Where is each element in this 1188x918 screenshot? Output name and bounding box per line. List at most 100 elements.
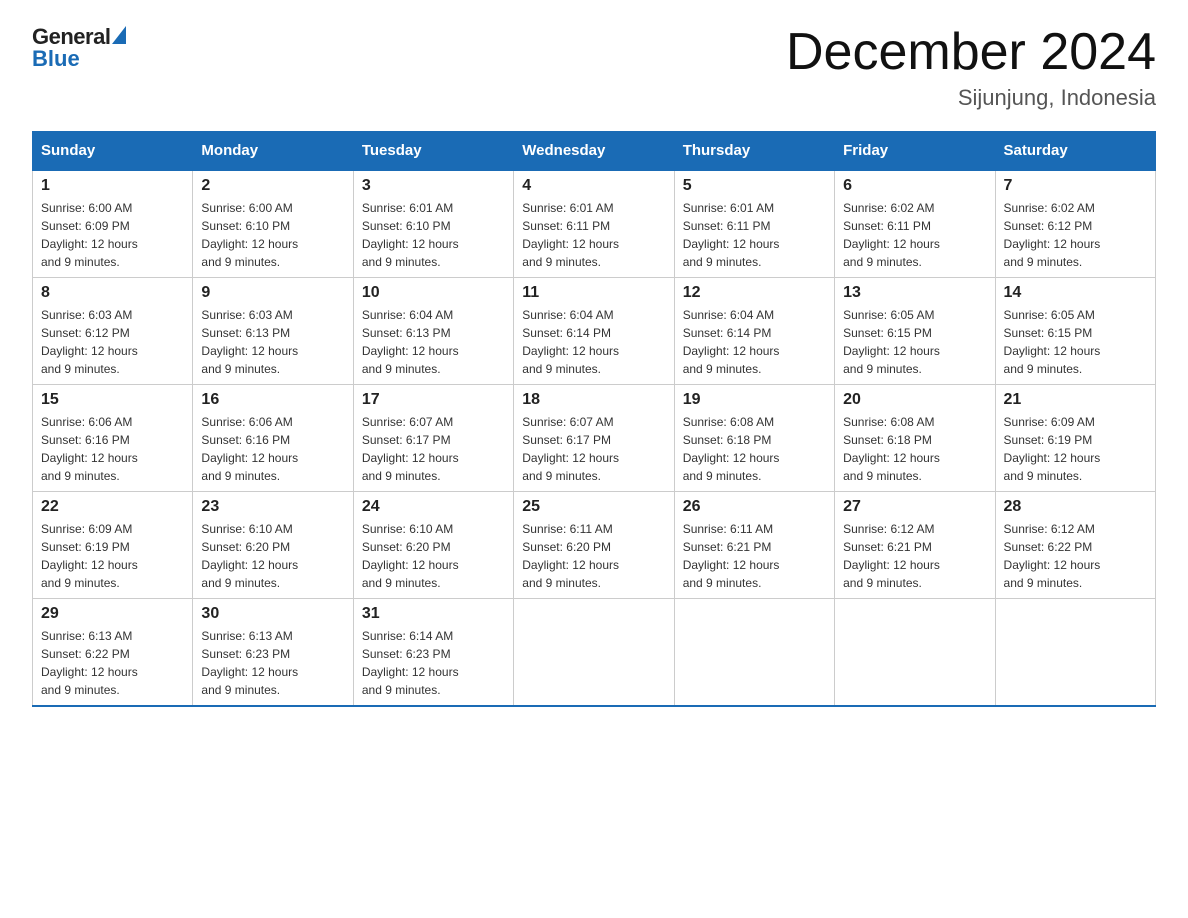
- day-info: Sunrise: 6:06 AMSunset: 6:16 PMDaylight:…: [201, 415, 298, 483]
- calendar-cell: 7 Sunrise: 6:02 AMSunset: 6:12 PMDayligh…: [995, 170, 1155, 278]
- calendar-cell: 26 Sunrise: 6:11 AMSunset: 6:21 PMDaylig…: [674, 492, 834, 599]
- day-number: 28: [1004, 498, 1147, 516]
- day-info: Sunrise: 6:11 AMSunset: 6:21 PMDaylight:…: [683, 522, 780, 590]
- day-info: Sunrise: 6:09 AMSunset: 6:19 PMDaylight:…: [41, 522, 138, 590]
- day-number: 3: [362, 177, 505, 195]
- page-header: General Blue December 2024 Sijunjung, In…: [32, 24, 1156, 111]
- logo-blue-text: Blue: [32, 46, 80, 72]
- header-wednesday: Wednesday: [514, 132, 674, 171]
- calendar-cell: 5 Sunrise: 6:01 AMSunset: 6:11 PMDayligh…: [674, 170, 834, 278]
- day-number: 23: [201, 498, 344, 516]
- day-info: Sunrise: 6:10 AMSunset: 6:20 PMDaylight:…: [201, 522, 298, 590]
- calendar-cell: 11 Sunrise: 6:04 AMSunset: 6:14 PMDaylig…: [514, 278, 674, 385]
- calendar-cell: 12 Sunrise: 6:04 AMSunset: 6:14 PMDaylig…: [674, 278, 834, 385]
- calendar-cell: 17 Sunrise: 6:07 AMSunset: 6:17 PMDaylig…: [353, 385, 513, 492]
- day-info: Sunrise: 6:09 AMSunset: 6:19 PMDaylight:…: [1004, 415, 1101, 483]
- day-info: Sunrise: 6:07 AMSunset: 6:17 PMDaylight:…: [522, 415, 619, 483]
- calendar-cell: 31 Sunrise: 6:14 AMSunset: 6:23 PMDaylig…: [353, 599, 513, 707]
- day-info: Sunrise: 6:04 AMSunset: 6:14 PMDaylight:…: [522, 308, 619, 376]
- day-number: 11: [522, 284, 665, 302]
- calendar-cell: 25 Sunrise: 6:11 AMSunset: 6:20 PMDaylig…: [514, 492, 674, 599]
- day-info: Sunrise: 6:11 AMSunset: 6:20 PMDaylight:…: [522, 522, 619, 590]
- calendar-cell: 8 Sunrise: 6:03 AMSunset: 6:12 PMDayligh…: [33, 278, 193, 385]
- calendar-cell: 21 Sunrise: 6:09 AMSunset: 6:19 PMDaylig…: [995, 385, 1155, 492]
- calendar-cell: 3 Sunrise: 6:01 AMSunset: 6:10 PMDayligh…: [353, 170, 513, 278]
- day-info: Sunrise: 6:13 AMSunset: 6:22 PMDaylight:…: [41, 629, 138, 697]
- calendar-week-row: 1 Sunrise: 6:00 AMSunset: 6:09 PMDayligh…: [33, 170, 1156, 278]
- calendar-cell: 19 Sunrise: 6:08 AMSunset: 6:18 PMDaylig…: [674, 385, 834, 492]
- day-info: Sunrise: 6:02 AMSunset: 6:11 PMDaylight:…: [843, 201, 940, 269]
- calendar-cell: 24 Sunrise: 6:10 AMSunset: 6:20 PMDaylig…: [353, 492, 513, 599]
- day-number: 24: [362, 498, 505, 516]
- day-number: 12: [683, 284, 826, 302]
- calendar-table: Sunday Monday Tuesday Wednesday Thursday…: [32, 131, 1156, 707]
- calendar-cell: [514, 599, 674, 707]
- day-number: 5: [683, 177, 826, 195]
- calendar-cell: 14 Sunrise: 6:05 AMSunset: 6:15 PMDaylig…: [995, 278, 1155, 385]
- title-block: December 2024 Sijunjung, Indonesia: [786, 24, 1156, 111]
- header-saturday: Saturday: [995, 132, 1155, 171]
- calendar-cell: [835, 599, 995, 707]
- header-thursday: Thursday: [674, 132, 834, 171]
- day-number: 15: [41, 391, 184, 409]
- calendar-cell: [995, 599, 1155, 707]
- calendar-cell: 29 Sunrise: 6:13 AMSunset: 6:22 PMDaylig…: [33, 599, 193, 707]
- day-number: 31: [362, 605, 505, 623]
- calendar-cell: 27 Sunrise: 6:12 AMSunset: 6:21 PMDaylig…: [835, 492, 995, 599]
- day-number: 27: [843, 498, 986, 516]
- day-number: 16: [201, 391, 344, 409]
- day-info: Sunrise: 6:06 AMSunset: 6:16 PMDaylight:…: [41, 415, 138, 483]
- calendar-week-row: 8 Sunrise: 6:03 AMSunset: 6:12 PMDayligh…: [33, 278, 1156, 385]
- calendar-cell: 18 Sunrise: 6:07 AMSunset: 6:17 PMDaylig…: [514, 385, 674, 492]
- calendar-cell: 15 Sunrise: 6:06 AMSunset: 6:16 PMDaylig…: [33, 385, 193, 492]
- day-number: 2: [201, 177, 344, 195]
- calendar-cell: 9 Sunrise: 6:03 AMSunset: 6:13 PMDayligh…: [193, 278, 353, 385]
- calendar-header: Sunday Monday Tuesday Wednesday Thursday…: [33, 132, 1156, 171]
- calendar-week-row: 15 Sunrise: 6:06 AMSunset: 6:16 PMDaylig…: [33, 385, 1156, 492]
- calendar-cell: 20 Sunrise: 6:08 AMSunset: 6:18 PMDaylig…: [835, 385, 995, 492]
- day-info: Sunrise: 6:00 AMSunset: 6:09 PMDaylight:…: [41, 201, 138, 269]
- calendar-cell: [674, 599, 834, 707]
- day-number: 4: [522, 177, 665, 195]
- day-number: 17: [362, 391, 505, 409]
- day-number: 9: [201, 284, 344, 302]
- logo-triangle-icon: [112, 26, 126, 44]
- calendar-cell: 6 Sunrise: 6:02 AMSunset: 6:11 PMDayligh…: [835, 170, 995, 278]
- day-info: Sunrise: 6:04 AMSunset: 6:14 PMDaylight:…: [683, 308, 780, 376]
- header-monday: Monday: [193, 132, 353, 171]
- day-number: 1: [41, 177, 184, 195]
- calendar-cell: 22 Sunrise: 6:09 AMSunset: 6:19 PMDaylig…: [33, 492, 193, 599]
- day-info: Sunrise: 6:00 AMSunset: 6:10 PMDaylight:…: [201, 201, 298, 269]
- calendar-title: December 2024: [786, 24, 1156, 81]
- calendar-week-row: 22 Sunrise: 6:09 AMSunset: 6:19 PMDaylig…: [33, 492, 1156, 599]
- day-info: Sunrise: 6:13 AMSunset: 6:23 PMDaylight:…: [201, 629, 298, 697]
- day-number: 29: [41, 605, 184, 623]
- day-number: 25: [522, 498, 665, 516]
- day-header-row: Sunday Monday Tuesday Wednesday Thursday…: [33, 132, 1156, 171]
- header-friday: Friday: [835, 132, 995, 171]
- calendar-body: 1 Sunrise: 6:00 AMSunset: 6:09 PMDayligh…: [33, 170, 1156, 706]
- calendar-cell: 2 Sunrise: 6:00 AMSunset: 6:10 PMDayligh…: [193, 170, 353, 278]
- day-info: Sunrise: 6:08 AMSunset: 6:18 PMDaylight:…: [683, 415, 780, 483]
- calendar-cell: 30 Sunrise: 6:13 AMSunset: 6:23 PMDaylig…: [193, 599, 353, 707]
- day-info: Sunrise: 6:05 AMSunset: 6:15 PMDaylight:…: [1004, 308, 1101, 376]
- day-number: 14: [1004, 284, 1147, 302]
- calendar-subtitle: Sijunjung, Indonesia: [786, 85, 1156, 111]
- calendar-cell: 16 Sunrise: 6:06 AMSunset: 6:16 PMDaylig…: [193, 385, 353, 492]
- calendar-week-row: 29 Sunrise: 6:13 AMSunset: 6:22 PMDaylig…: [33, 599, 1156, 707]
- day-info: Sunrise: 6:02 AMSunset: 6:12 PMDaylight:…: [1004, 201, 1101, 269]
- day-info: Sunrise: 6:01 AMSunset: 6:10 PMDaylight:…: [362, 201, 459, 269]
- day-info: Sunrise: 6:04 AMSunset: 6:13 PMDaylight:…: [362, 308, 459, 376]
- day-info: Sunrise: 6:01 AMSunset: 6:11 PMDaylight:…: [522, 201, 619, 269]
- day-info: Sunrise: 6:07 AMSunset: 6:17 PMDaylight:…: [362, 415, 459, 483]
- header-sunday: Sunday: [33, 132, 193, 171]
- day-info: Sunrise: 6:08 AMSunset: 6:18 PMDaylight:…: [843, 415, 940, 483]
- day-number: 20: [843, 391, 986, 409]
- logo: General Blue: [32, 24, 126, 72]
- day-info: Sunrise: 6:14 AMSunset: 6:23 PMDaylight:…: [362, 629, 459, 697]
- calendar-cell: 1 Sunrise: 6:00 AMSunset: 6:09 PMDayligh…: [33, 170, 193, 278]
- day-info: Sunrise: 6:01 AMSunset: 6:11 PMDaylight:…: [683, 201, 780, 269]
- day-number: 8: [41, 284, 184, 302]
- day-info: Sunrise: 6:10 AMSunset: 6:20 PMDaylight:…: [362, 522, 459, 590]
- day-number: 7: [1004, 177, 1147, 195]
